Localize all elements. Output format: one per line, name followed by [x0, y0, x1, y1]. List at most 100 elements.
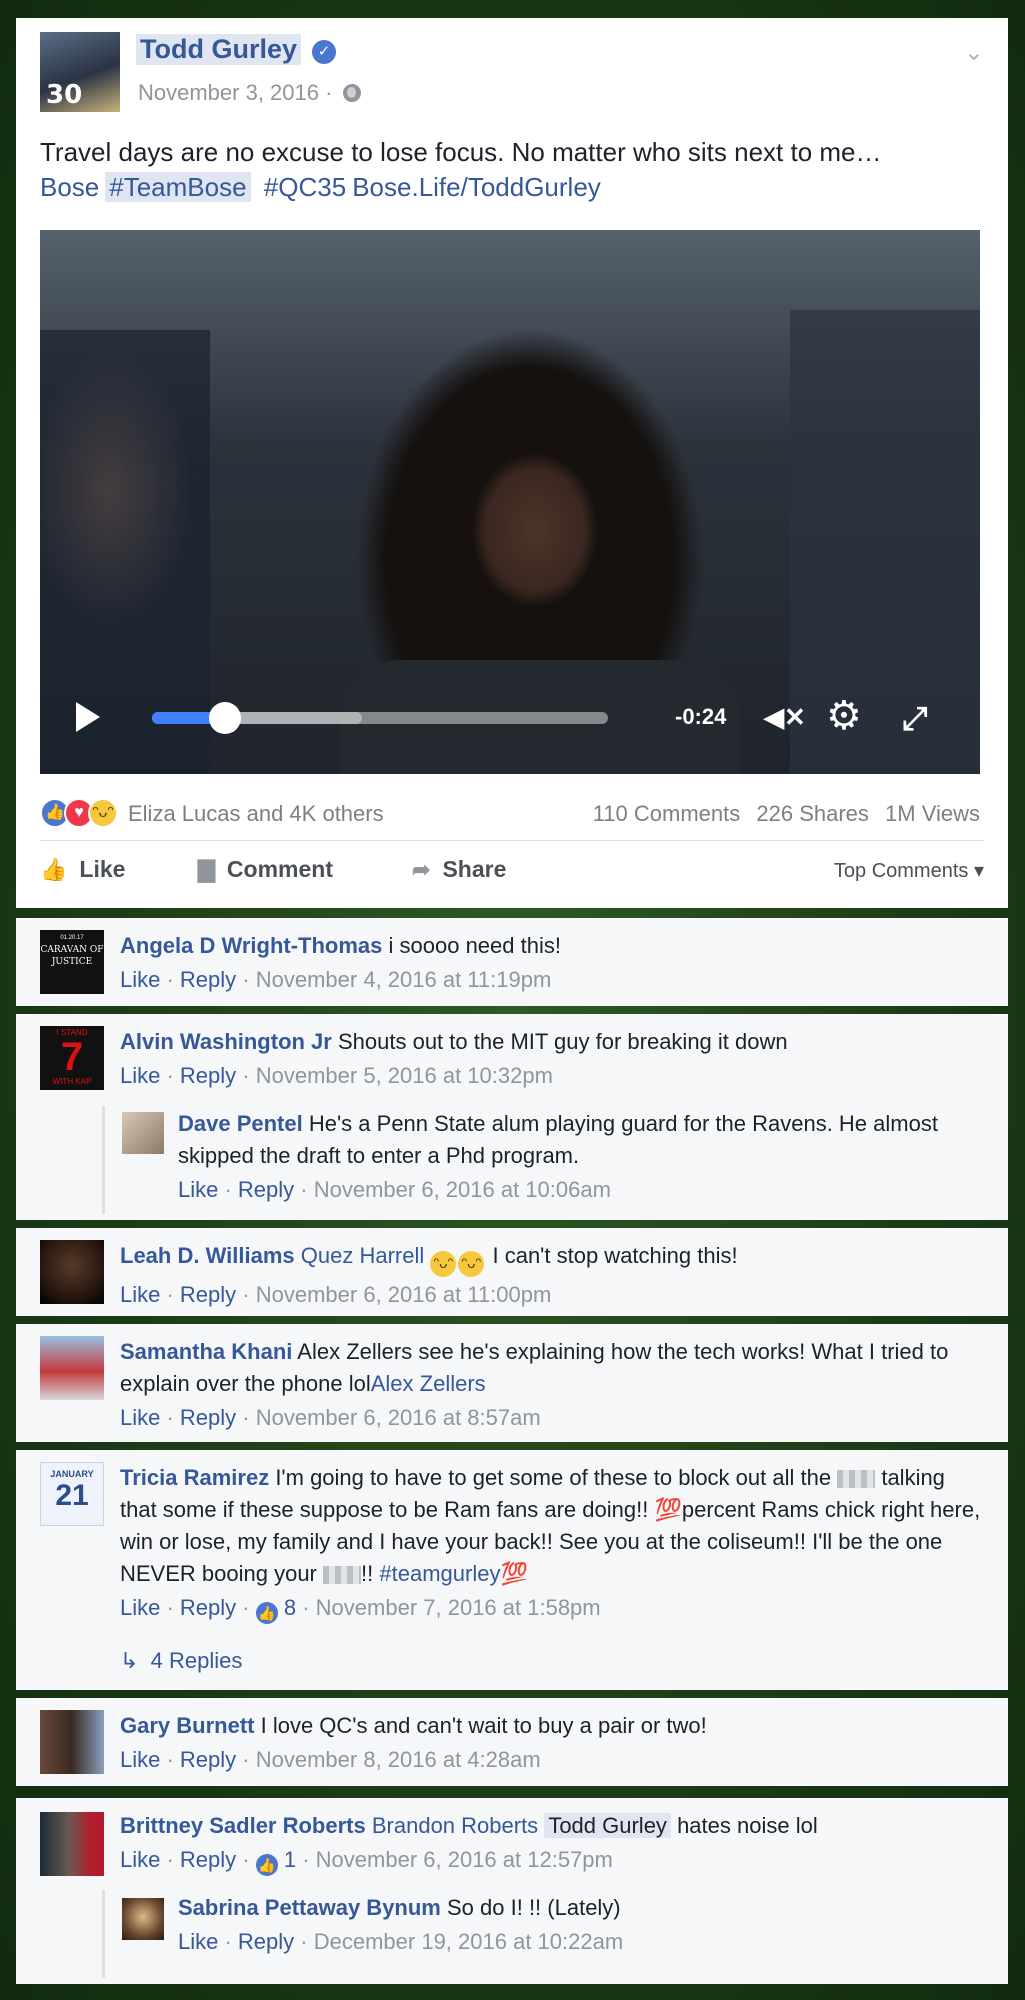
- commenter-name[interactable]: Samantha Khani: [120, 1339, 292, 1364]
- comment-date[interactable]: November 8, 2016 at 4:28am: [256, 1747, 541, 1772]
- comment-date[interactable]: November 5, 2016 at 10:32pm: [256, 1063, 553, 1088]
- play-icon[interactable]: [76, 702, 100, 732]
- replies-count[interactable]: 4 Replies: [151, 1648, 243, 1673]
- commenter-avatar[interactable]: [40, 1240, 104, 1304]
- avatar-number: 21: [55, 1479, 89, 1512]
- comment-date[interactable]: November 6, 2016 at 11:00pm: [256, 1282, 552, 1307]
- share-button[interactable]: ➦ Share: [412, 856, 506, 883]
- post-date[interactable]: November 3, 2016 ·: [138, 80, 361, 106]
- divider: [40, 840, 984, 841]
- comment-date[interactable]: November 6, 2016 at 8:57am: [256, 1405, 541, 1430]
- commenter-name[interactable]: Gary Burnett: [120, 1713, 254, 1738]
- commenter-avatar[interactable]: [40, 1812, 104, 1876]
- comment-like-link[interactable]: Like: [120, 1595, 160, 1620]
- replier-name[interactable]: Dave Pentel: [178, 1111, 303, 1136]
- scrubber-handle[interactable]: [208, 702, 241, 734]
- tagged-user[interactable]: Brandon Roberts: [372, 1813, 538, 1838]
- comment-like-link[interactable]: Like: [120, 967, 160, 992]
- comment-body: Leah D. Williams Quez Harrell ᵔᴗᵔ ᵔᴗᵔ I c…: [120, 1243, 738, 1307]
- gear-icon[interactable]: ⚙: [826, 696, 862, 736]
- comment-date[interactable]: November 4, 2016 at 11:19pm: [256, 967, 552, 992]
- commenter-name[interactable]: Angela D Wright-Thomas: [120, 933, 382, 958]
- link-bose-life[interactable]: Bose.Life/ToddGurley: [352, 172, 601, 202]
- hashtag-qc35[interactable]: #QC35: [264, 172, 346, 202]
- commenter-name[interactable]: Alvin Washington Jr: [120, 1029, 332, 1054]
- comment-like-count[interactable]: 8: [284, 1595, 296, 1620]
- view-replies-link[interactable]: ↳ 4 Replies: [120, 1648, 242, 1674]
- comment-like-link[interactable]: Like: [120, 1847, 160, 1872]
- reply-like-link[interactable]: Like: [178, 1929, 218, 1954]
- commenter-name[interactable]: Tricia Ramirez: [120, 1465, 269, 1490]
- comment: I STAND 7 WITH KAP Alvin Washington Jr S…: [16, 1014, 1008, 1220]
- comment: Leah D. Williams Quez Harrell ᵔᴗᵔ ᵔᴗᵔ I c…: [16, 1228, 1008, 1316]
- commenter-avatar[interactable]: I STAND 7 WITH KAP: [40, 1026, 104, 1090]
- comment-button[interactable]: ▇ Comment: [198, 856, 333, 883]
- post-actions: 👍 Like ▇ Comment ➦ Share Top Comments ▾: [40, 856, 984, 896]
- shares-count[interactable]: 226 Shares: [756, 801, 869, 826]
- comment-body: Tricia Ramirez I'm going to have to get …: [120, 1462, 984, 1624]
- thumbs-up-icon: 👍: [40, 857, 68, 882]
- like-button[interactable]: 👍 Like: [40, 856, 125, 883]
- comment-date[interactable]: November 6, 2016 at 12:57pm: [316, 1847, 613, 1872]
- comment-reply-link[interactable]: Reply: [180, 967, 236, 992]
- hundred-emoji-icon: 💯: [654, 1497, 682, 1522]
- commenter-avatar[interactable]: [40, 1710, 104, 1774]
- reply-like-link[interactable]: Like: [178, 1177, 218, 1202]
- hashtag-teamgurley[interactable]: #teamgurley: [379, 1561, 500, 1586]
- avatar-number: 7: [60, 1035, 84, 1079]
- tagged-user[interactable]: Quez Harrell: [301, 1243, 424, 1268]
- comment-text: !!: [361, 1561, 374, 1586]
- comment-reply-link[interactable]: Reply: [180, 1282, 236, 1307]
- author-avatar[interactable]: 30: [40, 32, 120, 112]
- reply-date[interactable]: December 19, 2016 at 10:22am: [314, 1929, 623, 1954]
- reply-reply-link[interactable]: Reply: [238, 1177, 294, 1202]
- comment-like-count[interactable]: 1: [284, 1847, 296, 1872]
- post-date-text[interactable]: November 3, 2016 ·: [138, 80, 332, 105]
- comment-sort-dropdown[interactable]: Top Comments ▾: [834, 858, 984, 883]
- replier-name[interactable]: Sabrina Pettaway Bynum: [178, 1895, 441, 1920]
- author-name[interactable]: Todd Gurley: [136, 34, 302, 65]
- comment-text: I can't stop watching this!: [492, 1243, 738, 1268]
- tagged-user-highlighted[interactable]: Todd Gurley: [544, 1813, 671, 1838]
- fullscreen-icon[interactable]: ⤢: [902, 700, 928, 738]
- reply-body: Sabrina Pettaway Bynum So do I! !! (Late…: [178, 1895, 624, 1954]
- commenter-avatar[interactable]: JANUARY 21: [40, 1462, 104, 1526]
- reply-date[interactable]: November 6, 2016 at 10:06am: [314, 1177, 611, 1202]
- reply-body: Dave Pentel He's a Penn State alum playi…: [178, 1111, 938, 1202]
- comment-reply-link[interactable]: Reply: [180, 1063, 236, 1088]
- like-label: Like: [79, 856, 126, 882]
- comment-reply-link[interactable]: Reply: [180, 1405, 236, 1430]
- comment-date[interactable]: November 7, 2016 at 1:58pm: [316, 1595, 601, 1620]
- comment-text: hates noise lol: [677, 1813, 818, 1838]
- post-card: 30 Todd Gurley ✓ November 3, 2016 · ⌄ Tr…: [16, 18, 1008, 908]
- reply-avatar[interactable]: [122, 1112, 164, 1154]
- comment-like-link[interactable]: Like: [120, 1282, 160, 1307]
- comments-count[interactable]: 110 Comments: [593, 801, 741, 826]
- comment-like-link[interactable]: Like: [120, 1405, 160, 1430]
- video-player[interactable]: -0:24 ◀✕ ⚙ ⤢: [40, 230, 980, 774]
- reply-reply-link[interactable]: Reply: [238, 1929, 294, 1954]
- comment-reply-link[interactable]: Reply: [180, 1847, 236, 1872]
- link-bose[interactable]: Bose: [40, 172, 99, 202]
- chevron-down-icon[interactable]: ⌄: [964, 38, 984, 67]
- tagged-user[interactable]: Alex Zellers: [371, 1371, 486, 1396]
- hundred-emoji-icon: 💯: [500, 1561, 528, 1586]
- comment-reply-link[interactable]: Reply: [180, 1747, 236, 1772]
- commenter-avatar[interactable]: 01.20.17 CARAVAN OF JUSTICE: [40, 930, 104, 994]
- commenter-avatar[interactable]: [40, 1336, 104, 1400]
- commenter-name[interactable]: Brittney Sadler Roberts: [120, 1813, 366, 1838]
- hashtag-teambose[interactable]: #TeamBose: [105, 172, 251, 202]
- reply-avatar[interactable]: [122, 1898, 164, 1940]
- reactions-text[interactable]: Eliza Lucas and 4K others: [128, 801, 384, 827]
- mute-icon[interactable]: ◀✕: [764, 702, 806, 732]
- video-scene: [790, 310, 980, 774]
- commenter-name[interactable]: Leah D. Williams: [120, 1243, 295, 1268]
- video-scrubber[interactable]: [152, 702, 608, 734]
- comment-like-link[interactable]: Like: [120, 1063, 160, 1088]
- share-icon: ➦: [412, 857, 431, 882]
- comment-body: Brittney Sadler Roberts Brandon Roberts …: [120, 1810, 984, 1876]
- comment-reply-link[interactable]: Reply: [180, 1595, 236, 1620]
- comment-body: Gary Burnett I love QC's and can't wait …: [120, 1713, 707, 1772]
- comment-icon: ▇: [198, 857, 215, 882]
- comment-like-link[interactable]: Like: [120, 1747, 160, 1772]
